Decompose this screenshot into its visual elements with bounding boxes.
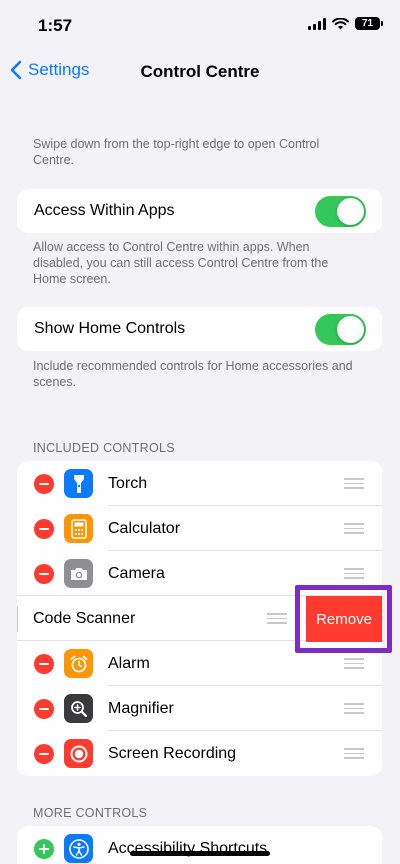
status-bar: 1:57 71 xyxy=(0,0,400,50)
show-home-controls-label: Show Home Controls xyxy=(34,320,186,337)
wifi-icon xyxy=(332,17,349,29)
highlight-outline xyxy=(295,585,392,653)
list-item-label: Camera xyxy=(108,565,165,582)
home-indicator[interactable] xyxy=(130,851,270,856)
show-home-controls-toggle[interactable] xyxy=(315,314,366,345)
list-item-label: Alarm xyxy=(108,655,150,672)
list-item-label: Calculator xyxy=(108,520,181,537)
cellular-signal-icon xyxy=(308,17,326,30)
remove-camera-button[interactable] xyxy=(34,564,54,584)
access-within-apps-toggle[interactable] xyxy=(315,196,366,227)
reorder-handle-icon[interactable] xyxy=(344,748,364,759)
list-item-label: Torch xyxy=(108,475,148,492)
more-controls-list: Accessibility Shortcuts xyxy=(17,826,382,864)
list-item-label: Magnifier xyxy=(108,700,174,717)
remove-magnifier-button[interactable] xyxy=(34,699,54,719)
reorder-handle-icon[interactable] xyxy=(344,568,364,579)
included-controls-header: INCLUDED CONTROLS xyxy=(33,441,175,455)
reorder-handle-icon[interactable] xyxy=(344,478,364,489)
reorder-handle-icon[interactable] xyxy=(267,613,287,624)
remove-calculator-button[interactable] xyxy=(34,519,54,539)
list-item-magnifier: Magnifier xyxy=(17,686,382,731)
remove-screen-recording-button[interactable] xyxy=(34,744,54,764)
show-home-controls-row: Show Home Controls xyxy=(17,307,382,351)
reorder-handle-icon[interactable] xyxy=(344,658,364,669)
show-home-controls-footnote: Include recommended controls for Home ac… xyxy=(33,359,353,389)
access-within-apps-label: Access Within Apps xyxy=(34,202,175,219)
accessibility-icon xyxy=(64,834,93,863)
access-within-apps-footnote: Allow access to Control Centre within ap… xyxy=(33,240,329,286)
magnifier-icon xyxy=(64,694,93,723)
list-item-accessibility-shortcuts: Accessibility Shortcuts xyxy=(17,826,382,864)
list-item-torch: Torch xyxy=(17,461,382,506)
reorder-handle-icon[interactable] xyxy=(344,703,364,714)
access-within-apps-row: Access Within Apps xyxy=(17,189,382,233)
list-item-label: Screen Recording xyxy=(108,745,237,762)
more-controls-header: MORE CONTROLS xyxy=(33,806,148,820)
calculator-icon xyxy=(64,514,93,543)
add-accessibility-shortcuts-button[interactable] xyxy=(34,839,54,859)
intro-text: Swipe down from the top-right edge to op… xyxy=(33,137,320,167)
list-item-label: Code Scanner xyxy=(33,610,136,627)
list-item-calculator: Calculator xyxy=(17,506,382,551)
status-time: 1:57 xyxy=(38,16,73,35)
reorder-handle-icon[interactable] xyxy=(344,523,364,534)
screen-recording-icon xyxy=(64,739,93,768)
list-item-screen-recording: Screen Recording xyxy=(17,731,382,776)
camera-icon xyxy=(64,559,93,588)
battery-icon: 71 xyxy=(355,17,383,30)
remove-alarm-button[interactable] xyxy=(34,654,54,674)
page-title: Control Centre xyxy=(140,62,260,81)
alarm-icon xyxy=(64,649,93,678)
torch-icon xyxy=(64,469,93,498)
remove-torch-button[interactable] xyxy=(34,474,54,494)
nav-bar: Settings Control Centre xyxy=(0,50,400,94)
